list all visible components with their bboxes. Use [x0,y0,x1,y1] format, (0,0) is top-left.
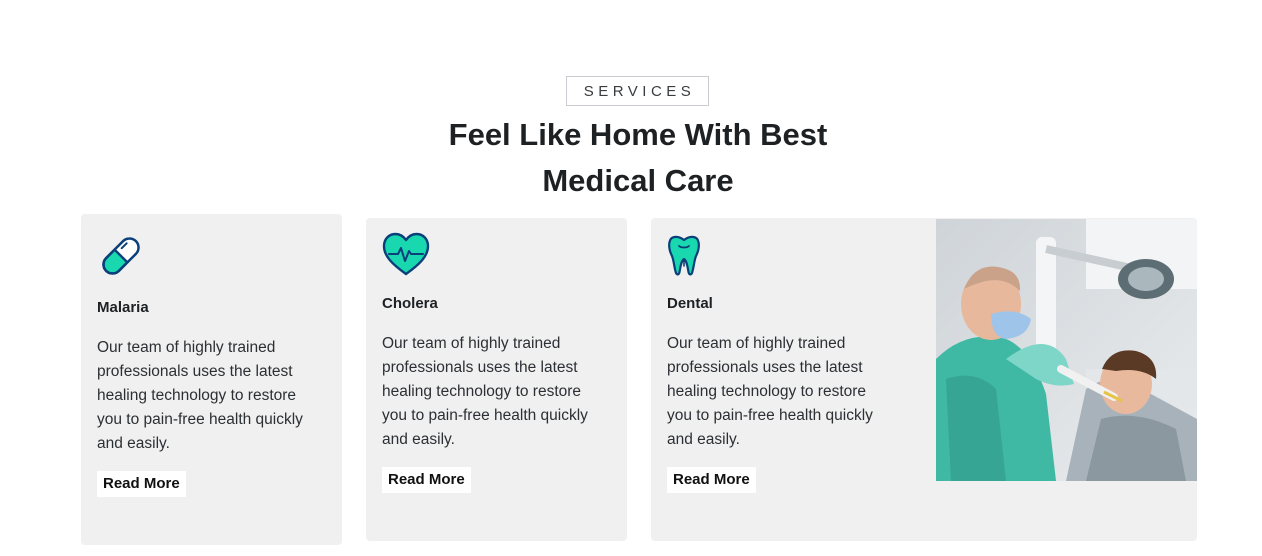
tooth-icon [667,234,701,281]
heart-pulse-icon [382,232,430,283]
dental-treatment-photo [936,219,1197,481]
pill-icon [97,232,145,285]
read-more-button[interactable]: Read More [97,471,186,497]
read-more-button[interactable]: Read More [382,467,471,493]
service-description: Our team of highly trained professionals… [382,335,588,448]
section-title-line-1: Feel Like Home With Best [448,117,828,152]
service-description: Our team of highly trained professionals… [97,339,303,452]
read-more-button[interactable]: Read More [667,467,756,493]
service-card-malaria: Malaria Our team of highly trained profe… [81,214,342,545]
services-eyebrow: SERVICES [566,76,709,106]
section-title-line-2: Medical Care [542,163,734,198]
section-title: Feel Like Home With Best Medical Care [400,112,876,204]
service-name: Malaria [97,299,149,316]
service-name: Dental [667,295,713,312]
service-description: Our team of highly trained professionals… [667,335,873,448]
service-name: Cholera [382,295,438,312]
service-card-cholera: Cholera Our team of highly trained profe… [366,218,627,541]
